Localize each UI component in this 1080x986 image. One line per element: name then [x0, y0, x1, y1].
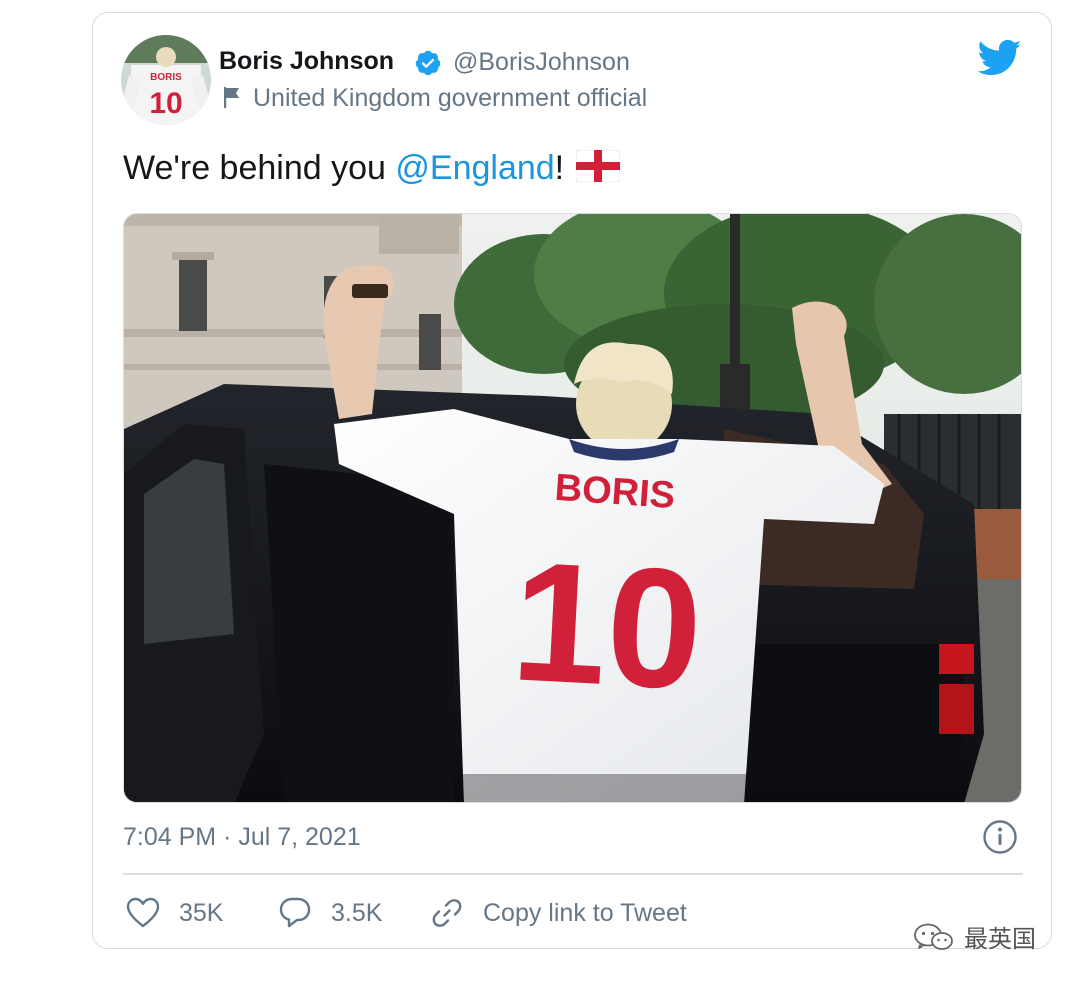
like-count: 35K — [179, 898, 224, 927]
tweet-text-end: ! — [554, 149, 565, 187]
tweet-card: BORIS 10 Boris Johnson @BorisJohnson Uni… — [92, 12, 1052, 949]
jersey-number: 10 — [508, 526, 707, 726]
like-button[interactable]: 35K — [125, 893, 223, 933]
divider — [123, 873, 1023, 875]
tweet-text: We're behind you @England! — [123, 149, 621, 188]
wechat-icon — [914, 923, 953, 950]
photo-scene: BORIS 10 — [124, 214, 1021, 802]
jersey-name: BORIS — [553, 467, 676, 517]
avatar[interactable]: BORIS 10 — [121, 35, 211, 125]
flag-icon — [224, 87, 239, 108]
tweet-timestamp[interactable]: 7:04 PM · Jul 7, 2021 — [123, 823, 361, 852]
watermark: 最英国 — [912, 919, 1036, 954]
svg-text:10: 10 — [149, 87, 182, 120]
twitter-bird-icon[interactable] — [978, 39, 1022, 77]
tweet-photo[interactable]: BORIS 10 — [123, 213, 1022, 803]
link-icon — [432, 899, 462, 927]
copy-link-button[interactable]: Copy link to Tweet — [429, 893, 687, 933]
reply-count: 3.5K — [331, 898, 383, 927]
england-flag-icon — [576, 150, 621, 182]
author-handle[interactable]: @BorisJohnson — [453, 48, 630, 77]
speech-bubble-icon — [279, 897, 311, 928]
mention-link[interactable]: @England — [395, 149, 554, 187]
author-name[interactable]: Boris Johnson — [219, 47, 394, 76]
copy-link-label: Copy link to Tweet — [483, 898, 687, 927]
watermark-text: 最英国 — [964, 926, 1036, 953]
heart-icon — [126, 897, 160, 928]
svg-text:BORIS: BORIS — [150, 72, 182, 83]
reply-button[interactable]: 3.5K — [277, 893, 382, 933]
government-label[interactable]: United Kingdom government official — [253, 84, 647, 113]
verified-badge-icon — [415, 50, 441, 76]
tweet-text-start: We're behind you — [123, 149, 396, 187]
info-icon[interactable] — [982, 819, 1018, 855]
